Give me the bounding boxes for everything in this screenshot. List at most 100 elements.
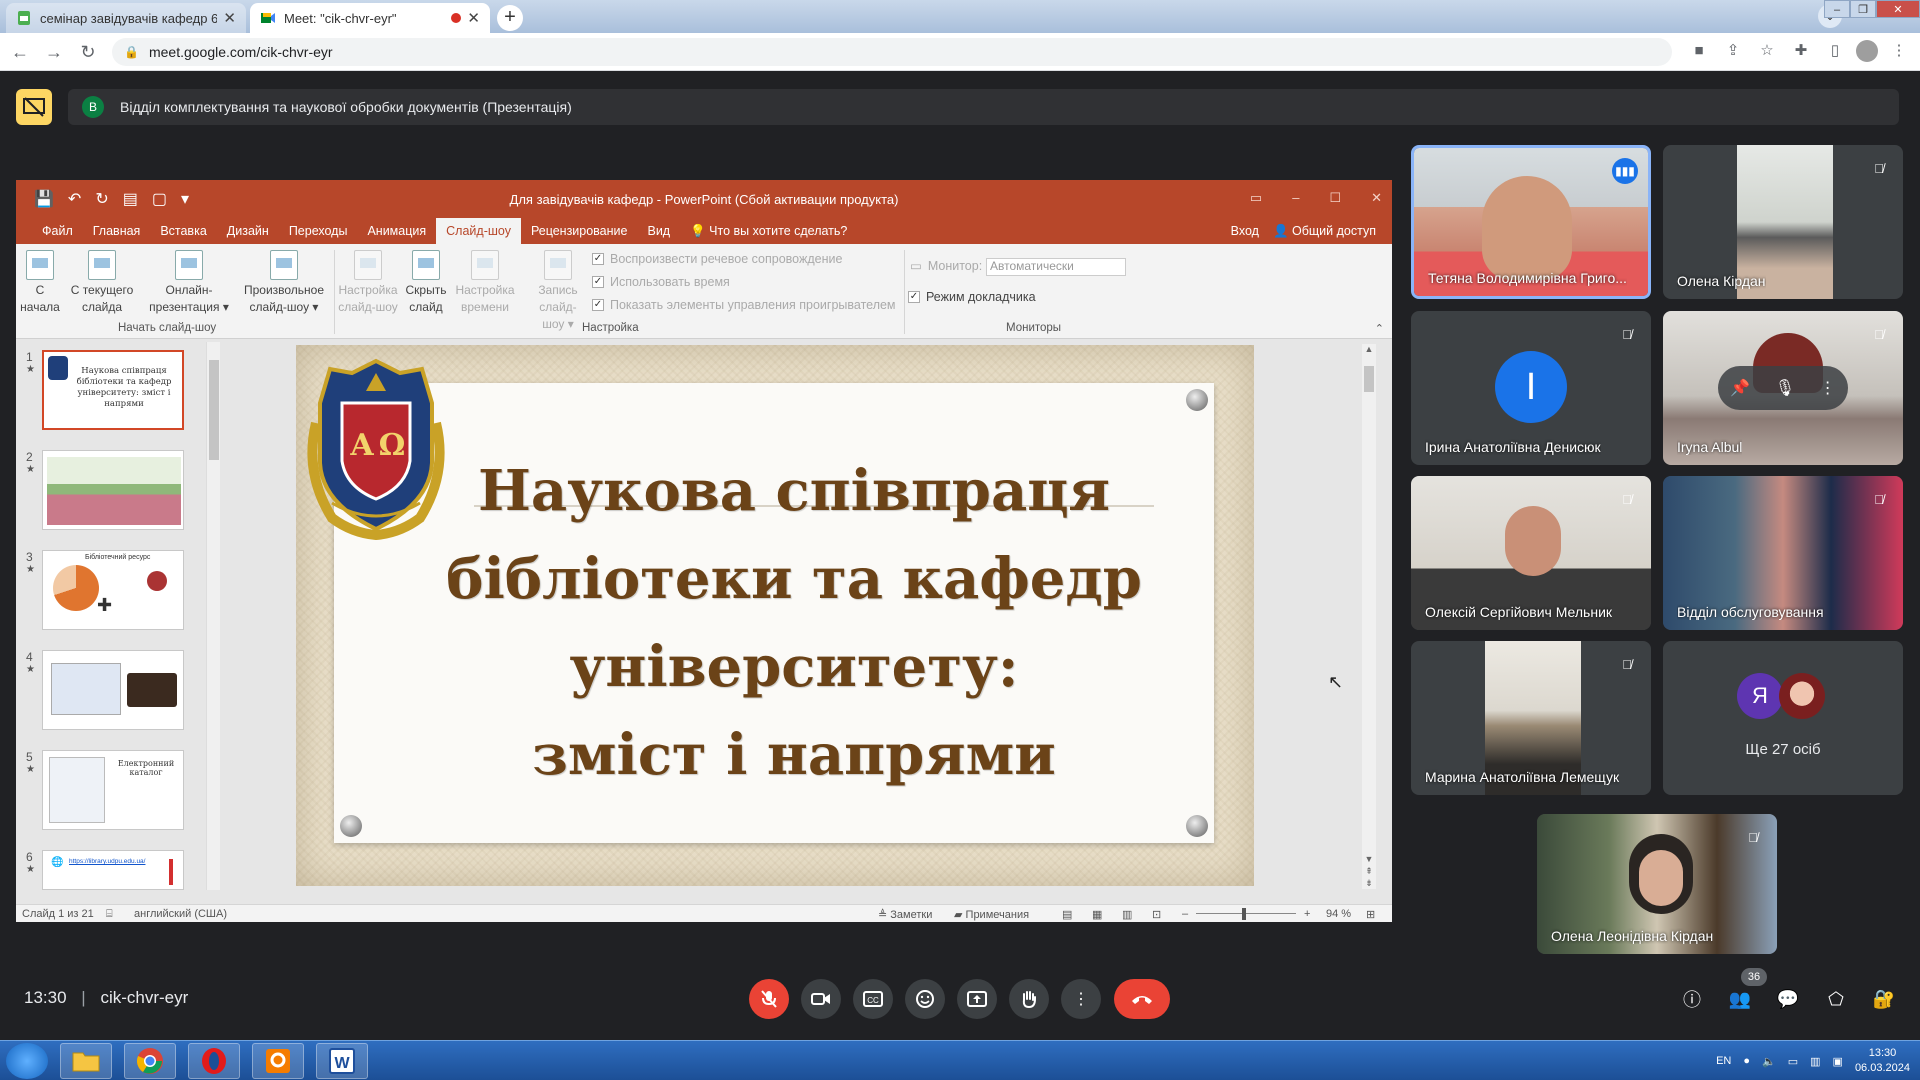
- slide-scrollbar[interactable]: ▲ ▼ ⇞ ⇟: [1362, 344, 1376, 889]
- camera-toggle-button[interactable]: [801, 979, 841, 1019]
- reading-view-icon[interactable]: ▥: [1122, 908, 1132, 921]
- share-icon[interactable]: ⇪: [1720, 38, 1746, 64]
- tab-review[interactable]: Рецензирование: [521, 218, 638, 244]
- participant-tile[interactable]: 🎙̸ Відділ обслуговування: [1663, 476, 1903, 630]
- tab-file[interactable]: Файл: [32, 218, 83, 244]
- people-button[interactable]: 👥: [1723, 982, 1757, 1016]
- chat-button[interactable]: 💬: [1771, 982, 1805, 1016]
- rehearse-timings-button[interactable]: Настройка времени: [452, 250, 518, 316]
- from-beginning-button[interactable]: С начала: [20, 250, 60, 316]
- back-icon[interactable]: ←: [6, 38, 34, 66]
- more-participants-tile[interactable]: Я Ще 27 осіб: [1663, 641, 1903, 795]
- taskbar-opera[interactable]: [188, 1043, 240, 1079]
- scroll-up-icon[interactable]: ▲: [1362, 344, 1376, 354]
- side-panel-icon[interactable]: ▯: [1822, 38, 1848, 64]
- prev-next-slide-icons[interactable]: ▼ ⇞ ⇟: [1362, 853, 1376, 889]
- address-bar[interactable]: 🔒 meet.google.com/cik-chvr-eyr: [112, 38, 1672, 66]
- bookmark-star-icon[interactable]: ☆: [1754, 38, 1780, 64]
- share-button[interactable]: 👤 Общий доступ: [1273, 224, 1376, 239]
- slide-thumbnail-2[interactable]: [42, 450, 184, 530]
- show-media-controls-checkbox[interactable]: ✓ Показать элементы управления проигрыват…: [592, 298, 896, 312]
- minimize-window-icon[interactable]: –: [1824, 0, 1850, 18]
- zoom-slider-thumb[interactable]: [1242, 908, 1246, 920]
- presenter-view-checkbox[interactable]: ✓ Режим докладчика: [908, 290, 1036, 304]
- zoom-level[interactable]: 94 %: [1326, 908, 1351, 920]
- new-tab-button[interactable]: +: [497, 5, 523, 31]
- network-icon[interactable]: ▥: [1810, 1055, 1820, 1068]
- slide-sorter-icon[interactable]: ▦: [1092, 908, 1102, 921]
- use-timings-checkbox[interactable]: ✓ Использовать время: [592, 275, 730, 289]
- tab-design[interactable]: Дизайн: [217, 218, 279, 244]
- tray-app-icon[interactable]: ●: [1743, 1055, 1750, 1067]
- battery-icon[interactable]: ▭: [1788, 1055, 1798, 1068]
- notes-button[interactable]: ≜ Заметки: [878, 908, 932, 921]
- stop-presenting-icon[interactable]: [16, 89, 52, 125]
- signin-link[interactable]: Вход: [1231, 224, 1259, 238]
- self-view-tile[interactable]: 🎙̸ Олена Леонідівна Кірдан: [1537, 814, 1777, 954]
- language-indicator[interactable]: английский (США): [134, 908, 227, 920]
- present-online-button[interactable]: Онлайн- презентация ▾: [144, 250, 234, 316]
- zoom-in-icon[interactable]: +: [1304, 908, 1310, 920]
- maximize-window-icon[interactable]: ❐: [1850, 0, 1876, 18]
- tab-insert[interactable]: Вставка: [150, 218, 216, 244]
- ribbon-display-icon[interactable]: ▭: [1250, 190, 1262, 206]
- browser-tab[interactable]: семінар завідувачів кафедр 6 бе ✕: [6, 3, 246, 33]
- slideshow-view-icon[interactable]: ⊡: [1152, 908, 1161, 921]
- zoom-slider[interactable]: [1196, 913, 1296, 914]
- host-controls-button[interactable]: 🔐: [1867, 982, 1901, 1016]
- profile-avatar[interactable]: [1856, 40, 1878, 62]
- slide-thumbnail-3[interactable]: Бібліотечний ресурс ✚: [42, 550, 184, 630]
- taskbar-explorer[interactable]: [60, 1043, 112, 1079]
- maximize-icon[interactable]: ☐: [1329, 190, 1341, 206]
- camera-in-use-icon[interactable]: ■: [1686, 38, 1712, 64]
- collapse-ribbon-icon[interactable]: ⌃: [1375, 322, 1384, 335]
- extensions-icon[interactable]: ✚: [1788, 38, 1814, 64]
- taskbar-chrome[interactable]: [124, 1043, 176, 1079]
- tell-me-box[interactable]: 💡 Что вы хотите сделать?: [680, 218, 857, 244]
- start-button[interactable]: [6, 1043, 48, 1079]
- tab-home[interactable]: Главная: [83, 218, 151, 244]
- setup-slideshow-button[interactable]: Настройка слайд-шоу: [336, 250, 400, 316]
- close-tab-icon[interactable]: ✕: [467, 9, 480, 27]
- close-tab-icon[interactable]: ✕: [223, 9, 236, 27]
- reactions-button[interactable]: [905, 979, 945, 1019]
- minimize-icon[interactable]: –: [1292, 190, 1299, 206]
- browser-menu-icon[interactable]: ⋮: [1886, 38, 1912, 64]
- normal-view-icon[interactable]: ▤: [1062, 908, 1072, 921]
- close-icon[interactable]: ✕: [1371, 190, 1382, 206]
- record-slideshow-button[interactable]: Запись слайд- шоу ▾: [518, 250, 598, 333]
- slide-thumbnail-5[interactable]: Електронний каталог: [42, 750, 184, 830]
- from-current-button[interactable]: С текущего слайда: [62, 250, 142, 316]
- comments-button[interactable]: ▰ Примечания: [954, 908, 1029, 921]
- slide-thumbnail-4[interactable]: [42, 650, 184, 730]
- raise-hand-button[interactable]: [1009, 979, 1049, 1019]
- participant-tile[interactable]: І 🎙̸ Ірина Анатоліївна Денисюк: [1411, 311, 1651, 465]
- hide-slide-button[interactable]: Скрыть слайд: [402, 250, 450, 316]
- taskbar-pdf-app[interactable]: [252, 1043, 304, 1079]
- zoom-out-icon[interactable]: –: [1182, 908, 1188, 920]
- current-slide[interactable]: Наукова співпраця бібліотеки та кафедр у…: [296, 345, 1254, 886]
- spellcheck-icon[interactable]: ⌸: [106, 908, 113, 921]
- mute-participant-icon[interactable]: 🎙: [1775, 378, 1795, 398]
- more-options-icon[interactable]: ⋮: [1820, 378, 1836, 398]
- more-options-button[interactable]: ⋮: [1061, 979, 1101, 1019]
- participant-tile[interactable]: 📌 🎙 ⋮ 🎙̸ Iryna Albul: [1663, 311, 1903, 465]
- fit-to-window-icon[interactable]: ⊞: [1366, 908, 1375, 921]
- participant-tile[interactable]: ▮▮▮ Тетяна Володимирівна Григо...: [1411, 145, 1651, 299]
- slide-thumbnail-6[interactable]: 🌐 https://library.udpu.edu.ua/: [42, 850, 184, 890]
- pin-icon[interactable]: 📌: [1730, 378, 1750, 398]
- scroll-thumb[interactable]: [209, 360, 219, 460]
- meeting-details-button[interactable]: ⓘ: [1675, 982, 1709, 1016]
- tab-view[interactable]: Вид: [637, 218, 680, 244]
- slide-thumbnail-1[interactable]: Наукова співпраця бібліотеки та кафедр у…: [42, 350, 184, 430]
- tab-slideshow[interactable]: Слайд-шоу: [436, 218, 521, 244]
- tab-transitions[interactable]: Переходы: [279, 218, 358, 244]
- taskbar-clock[interactable]: 13:30 06.03.2024: [1855, 1046, 1910, 1076]
- display-icon[interactable]: ▣: [1833, 1055, 1843, 1068]
- reload-icon[interactable]: ↻: [74, 38, 102, 66]
- close-window-icon[interactable]: ✕: [1876, 0, 1920, 18]
- browser-tab-active[interactable]: Meet: "cik-chvr-eyr" ✕: [250, 3, 490, 33]
- tab-animations[interactable]: Анимация: [357, 218, 436, 244]
- custom-slideshow-button[interactable]: Произвольное слайд-шоу ▾: [238, 250, 330, 316]
- volume-icon[interactable]: 🔈: [1762, 1055, 1776, 1068]
